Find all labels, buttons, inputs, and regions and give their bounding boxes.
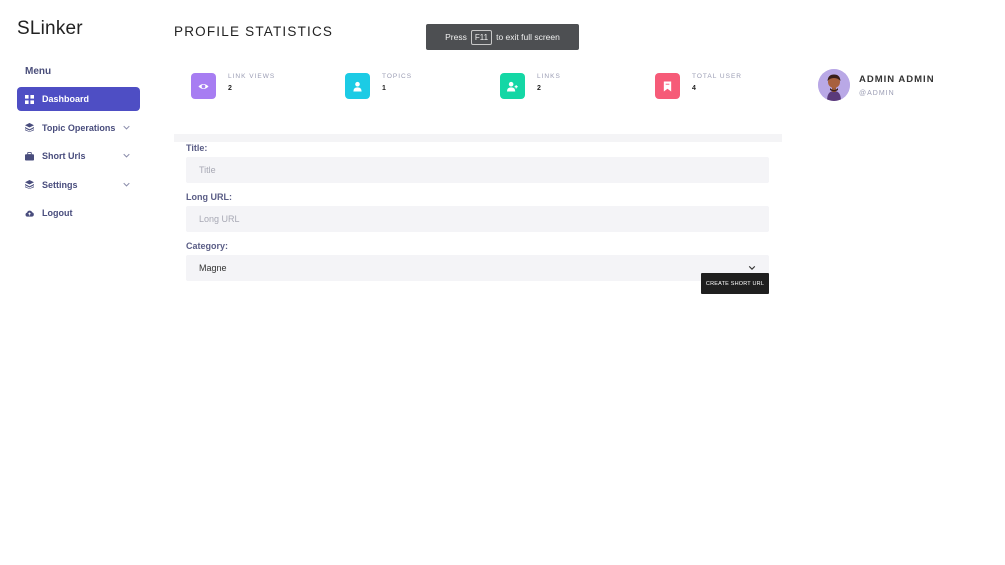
layers-icon	[25, 180, 34, 189]
long-url-label: Long URL:	[186, 192, 232, 202]
category-selected-value: Magne	[199, 263, 227, 273]
toast-key: F11	[470, 29, 493, 45]
stat-value: 4	[692, 85, 696, 92]
chevron-down-icon	[123, 182, 130, 187]
app-logo: SLinker	[17, 18, 83, 39]
stat-topics: TOPICS 1	[345, 73, 412, 99]
grid-icon	[25, 94, 34, 104]
stat-label: TOTAL USER	[692, 73, 742, 80]
avatar	[818, 69, 850, 101]
chevron-down-icon	[748, 266, 756, 270]
stat-value: 1	[382, 85, 386, 92]
stat-value: 2	[537, 85, 541, 92]
sidebar-item-label: Dashboard	[42, 94, 90, 104]
title-input[interactable]	[186, 157, 769, 183]
sidebar-item-settings[interactable]: Settings	[17, 173, 140, 197]
layers-icon	[25, 123, 34, 132]
bookmark-icon	[655, 73, 680, 99]
profile-handle: @ADMIN	[859, 89, 895, 97]
sidebar-item-topic-operations[interactable]: Topic Operations	[17, 116, 140, 140]
page-title: PROFILE STATISTICS	[174, 24, 334, 39]
sidebar-item-logout[interactable]: Logout	[17, 201, 140, 225]
stat-value: 2	[228, 85, 232, 92]
user-profile[interactable]: ADMIN ADMIN @ADMIN	[818, 69, 935, 101]
category-label: Category:	[186, 241, 229, 251]
user-plus-icon	[500, 73, 525, 99]
eye-icon	[191, 73, 216, 99]
fullscreen-toast: Press F11 to exit full screen	[426, 24, 579, 50]
user-icon	[345, 73, 370, 99]
long-url-input[interactable]	[186, 206, 769, 232]
sidebar-item-label: Settings	[42, 179, 78, 190]
create-short-url-button[interactable]: CREATE SHORT URL	[701, 273, 769, 294]
cloud-icon	[25, 209, 34, 218]
stat-link-views: LINK VIEWS 2	[191, 73, 275, 99]
sidebar: Menu Dashboard Topic Operations Short Ur…	[17, 66, 140, 230]
stat-links: LINKS 2	[500, 73, 561, 99]
sidebar-item-dashboard[interactable]: Dashboard	[17, 87, 140, 111]
sidebar-item-short-urls[interactable]: Short Urls	[17, 144, 140, 168]
stat-label: LINKS	[537, 73, 561, 80]
chevron-down-icon	[123, 125, 130, 130]
category-select[interactable]: Magne	[186, 255, 769, 281]
profile-name: ADMIN ADMIN	[859, 73, 935, 85]
stat-label: TOPICS	[382, 73, 413, 80]
sidebar-item-label: Topic Operations	[42, 122, 116, 133]
stat-label: LINK VIEWS	[228, 73, 276, 80]
title-label: Title:	[186, 143, 208, 153]
toast-press: Press	[445, 32, 467, 42]
sidebar-item-label: Short Urls	[42, 151, 86, 161]
sidebar-item-label: Logout	[42, 208, 73, 218]
briefcase-icon	[25, 151, 34, 161]
form-card-header	[174, 134, 782, 142]
chevron-down-icon	[123, 153, 130, 158]
create-short-url-form: Title: Long URL: Category: Magne	[186, 143, 769, 281]
sidebar-heading: Menu	[25, 66, 52, 77]
stat-total-user: TOTAL USER 4	[655, 73, 742, 99]
toast-message: to exit full screen	[496, 32, 560, 42]
